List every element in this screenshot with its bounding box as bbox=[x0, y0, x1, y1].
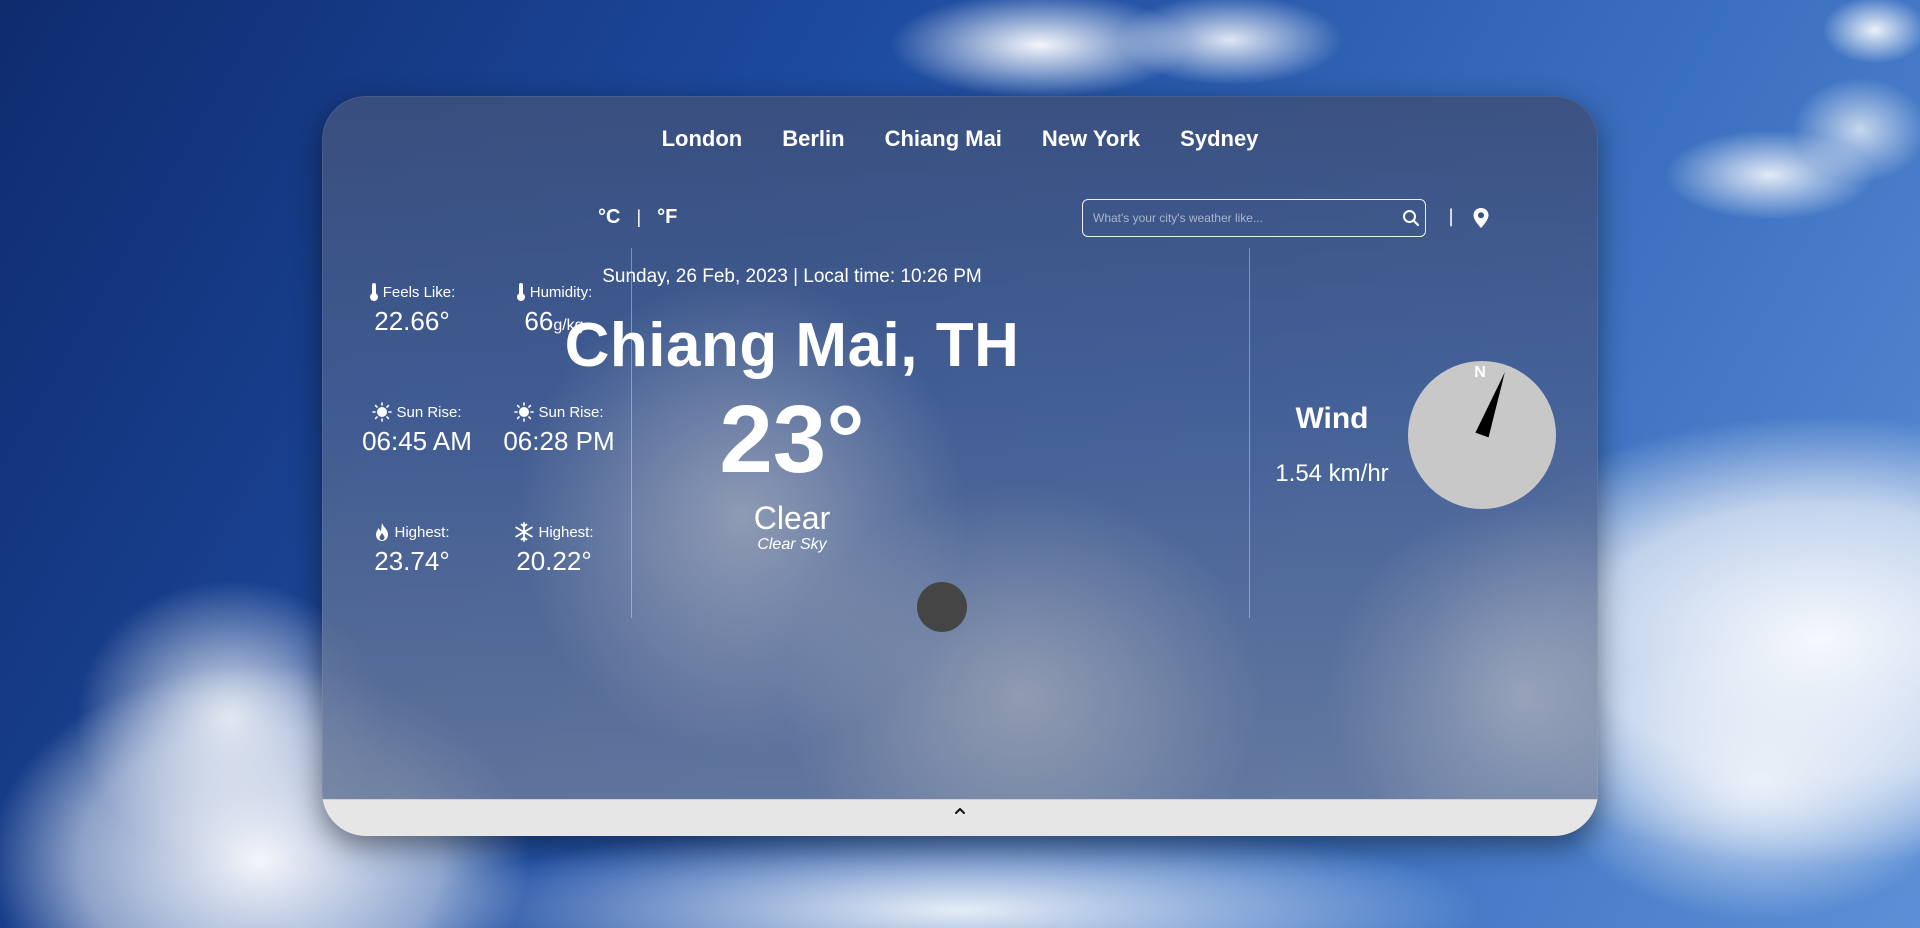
feels-like-label: Feels Like: bbox=[382, 283, 456, 301]
unit-toggle: °C | °F bbox=[598, 206, 677, 229]
weather-card: London Berlin Chiang Mai New York Sydney… bbox=[322, 96, 1598, 836]
search-icon bbox=[1403, 210, 1420, 227]
fahrenheit-button[interactable]: °F bbox=[657, 206, 677, 229]
weather-condition: Clear bbox=[753, 500, 831, 536]
wind-speed: 1.54 km/hr bbox=[1275, 460, 1389, 487]
feels-like-value: 22.66° bbox=[374, 306, 450, 336]
weather-description: Clear Sky bbox=[757, 536, 827, 553]
sunset-label: Sun Rise: bbox=[538, 403, 604, 421]
divider-left bbox=[631, 248, 632, 618]
expand-panel-bar[interactable] bbox=[322, 799, 1598, 836]
lowest-stat: Highest: 20.22° bbox=[494, 522, 614, 577]
city-link-chiang-mai[interactable]: Chiang Mai bbox=[885, 126, 1002, 152]
highest-label: Highest: bbox=[394, 523, 450, 541]
temperature: 23° bbox=[719, 386, 865, 493]
location-pin-icon[interactable] bbox=[1472, 207, 1490, 229]
thermometer-icon bbox=[369, 283, 378, 301]
unit-separator: | bbox=[636, 207, 642, 227]
city-nav: London Berlin Chiang Mai New York Sydney bbox=[322, 126, 1598, 152]
city-link-berlin[interactable]: Berlin bbox=[782, 126, 844, 152]
city-link-sydney[interactable]: Sydney bbox=[1180, 126, 1258, 152]
location-separator: | bbox=[1448, 206, 1455, 227]
sunset-stat: Sun Rise: 06:28 PM bbox=[494, 402, 624, 457]
weather-icon bbox=[917, 582, 967, 632]
thermometer-icon bbox=[516, 283, 525, 301]
sunrise-stat: Sun Rise: 06:45 AM bbox=[352, 402, 482, 457]
flame-icon bbox=[376, 523, 389, 541]
city-link-london[interactable]: London bbox=[662, 126, 743, 152]
sunrise-value: 06:45 AM bbox=[362, 426, 472, 456]
sun-icon bbox=[372, 402, 393, 422]
city-link-new-york[interactable]: New York bbox=[1042, 126, 1140, 152]
lowest-label: Highest: bbox=[538, 523, 594, 541]
search-input[interactable] bbox=[1083, 210, 1397, 226]
chevron-up-icon[interactable] bbox=[954, 806, 966, 816]
wind-title: Wind bbox=[1295, 402, 1369, 435]
feels-like-stat: Feels Like: 22.66° bbox=[352, 282, 472, 337]
lowest-value: 20.22° bbox=[516, 546, 592, 576]
date-time: Sunday, 26 Feb, 2023 | Local time: 10:26… bbox=[602, 266, 982, 287]
compass-north-label: N bbox=[1474, 364, 1486, 381]
highest-stat: Highest: 23.74° bbox=[352, 522, 472, 577]
celsius-button[interactable]: °C bbox=[598, 206, 620, 229]
wind-compass: N bbox=[1408, 361, 1556, 509]
sunset-value: 06:28 PM bbox=[503, 426, 615, 456]
city-title: Chiang Mai, TH bbox=[564, 311, 1020, 380]
search-button[interactable] bbox=[1397, 204, 1425, 232]
divider-right bbox=[1249, 248, 1250, 618]
sunrise-label: Sun Rise: bbox=[396, 403, 462, 421]
highest-value: 23.74° bbox=[374, 546, 450, 576]
sun-icon bbox=[514, 402, 535, 422]
search-box bbox=[1082, 199, 1426, 237]
snowflake-icon bbox=[515, 522, 534, 542]
